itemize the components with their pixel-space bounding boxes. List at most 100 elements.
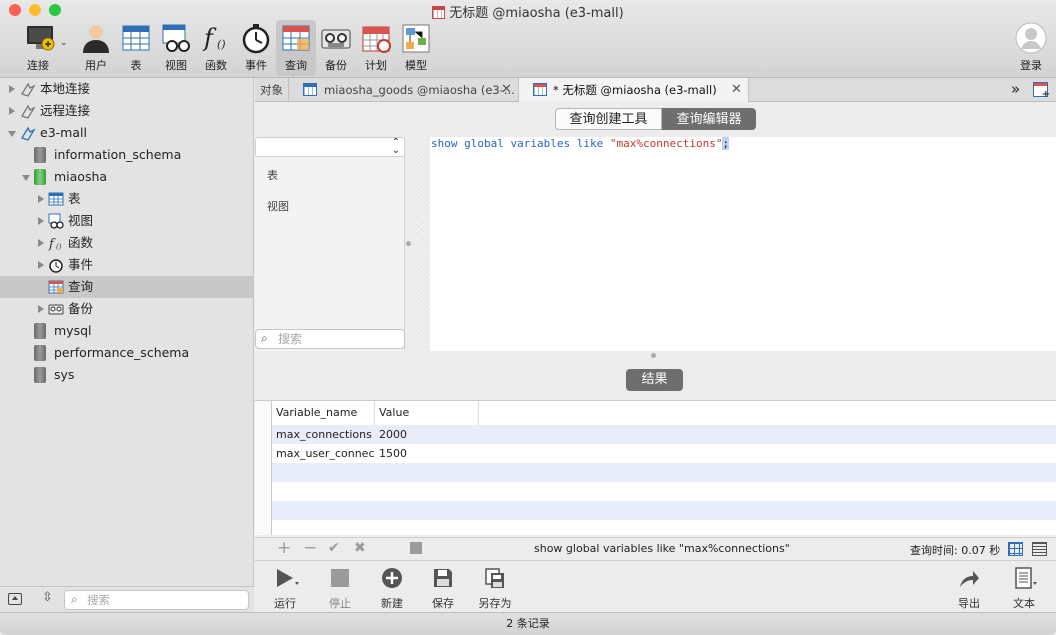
search-icon: ⌕ [71, 592, 78, 606]
export-button[interactable]: 导出 [945, 565, 993, 611]
run-button[interactable]: 运行 [261, 565, 309, 611]
line-gutter [415, 137, 430, 351]
more-tabs-icon[interactable]: » [1011, 80, 1020, 98]
table-row[interactable]: max_connections 2000 [272, 425, 1056, 444]
results-tab[interactable]: 结果 [626, 369, 683, 391]
empty-row [272, 463, 1056, 482]
view-button[interactable]: 视图 [156, 20, 196, 76]
database-icon [34, 367, 46, 383]
save-button[interactable]: 保存 [419, 565, 467, 611]
chevron-updown-icon: ⌃ ⌄ [391, 137, 400, 156]
grid-view-icon[interactable] [1008, 542, 1023, 556]
new-query-tab-icon[interactable]: + [1033, 82, 1050, 100]
connection-sidebar: 本地连接 远程连接 e3-mall information_schema mia… [0, 78, 254, 586]
tree-item-remote-connections[interactable]: 远程连接 [0, 100, 254, 122]
tree-item-queries[interactable]: 查询 [0, 276, 254, 298]
table-icon [303, 83, 317, 96]
sql-code[interactable]: show global variables like "max%connecti… [431, 137, 730, 151]
sidebar-footer: ⇳ ⌕ 搜索 [0, 586, 254, 612]
schedule-button[interactable]: 计划 [356, 20, 396, 76]
event-button[interactable]: 事件 [236, 20, 276, 76]
disclosure-right-icon[interactable] [9, 107, 15, 115]
query-icon [280, 22, 312, 54]
tab-miaosha-goods[interactable]: miaosha_goods @miaosha (e3-... ✕ [289, 78, 519, 102]
titlebar: 无标题 @miaosha (e3-mall) 连接 ⌄ 用户 表 视图 f ()… [0, 0, 1056, 78]
disclosure-right-icon[interactable] [38, 239, 44, 247]
user-button[interactable]: 用户 [76, 20, 116, 76]
form-view-icon[interactable] [1032, 542, 1047, 556]
tree-item-performance-schema[interactable]: performance_schema [0, 342, 254, 364]
disclosure-right-icon[interactable] [38, 305, 44, 313]
new-button[interactable]: 新建 [368, 565, 416, 611]
database-icon [34, 345, 46, 361]
tree-item-backups[interactable]: 备份 [0, 298, 254, 320]
disclosure-right-icon[interactable] [38, 217, 44, 225]
object-panel: ⌃ ⌄ 表 视图 ⌕ 搜索 [255, 137, 405, 351]
object-type-view[interactable]: 视图 [267, 198, 289, 214]
discard-changes-icon[interactable]: ✖ [354, 538, 366, 558]
tree-item-e3-mall[interactable]: e3-mall [0, 122, 254, 144]
play-icon [274, 567, 299, 589]
query-action-bar: 运行 停止 新建 保存 另存为 导出 文本 [255, 560, 1056, 612]
tree-item-local-connections[interactable]: 本地连接 [0, 78, 254, 100]
chevron-down-icon[interactable]: ⌄ [60, 38, 68, 48]
close-tab-icon[interactable]: ✕ [501, 78, 512, 102]
app-window: 无标题 @miaosha (e3-mall) 连接 ⌄ 用户 表 视图 f ()… [0, 0, 1056, 635]
model-button[interactable]: 模型 [396, 20, 436, 76]
tree-item-views[interactable]: 视图 [0, 210, 254, 232]
tree-item-sys[interactable]: sys [0, 364, 254, 386]
tree-item-miaosha[interactable]: miaosha [0, 166, 254, 188]
floppy-disk-icon [432, 567, 454, 589]
stop-button[interactable]: 停止 [316, 565, 364, 611]
stop-icon[interactable] [410, 542, 422, 554]
object-search-input[interactable]: ⌕ 搜索 [255, 329, 405, 349]
splitter-handle[interactable] [406, 241, 411, 246]
tree-item-information-schema[interactable]: information_schema [0, 144, 254, 166]
add-record-icon[interactable]: + [277, 538, 291, 558]
query-button[interactable]: 查询 [276, 20, 316, 76]
query-builder-tab[interactable]: 查询创建工具 [555, 108, 662, 130]
record-count-bar: 2 条记录 [0, 612, 1056, 635]
tab-bar: 对象 miaosha_goods @miaosha (e3-... ✕ * 无标… [255, 78, 1056, 102]
query-time: 查询时间: 0.07 秒 [910, 544, 1001, 557]
database-icon [34, 147, 46, 163]
save-as-button[interactable]: 另存为 [471, 565, 519, 611]
tree-item-events[interactable]: 事件 [0, 254, 254, 276]
text-button[interactable]: 文本 [1000, 565, 1048, 611]
sidebar-search-input[interactable]: ⌕ 搜索 [64, 590, 249, 610]
delete-record-icon[interactable]: − [303, 538, 317, 558]
tab-untitled-query[interactable]: * 无标题 @miaosha (e3-mall) ✕ [519, 78, 749, 102]
disclosure-right-icon[interactable] [38, 195, 44, 203]
database-select[interactable]: ⌃ ⌄ [255, 137, 405, 157]
close-tab-icon[interactable]: ✕ [731, 78, 742, 102]
tree-item-functions[interactable]: f() 函数 [0, 232, 254, 254]
disclosure-down-icon[interactable] [8, 131, 16, 137]
connect-button[interactable]: 连接 ⌄ [18, 20, 68, 76]
object-type-table[interactable]: 表 [267, 167, 278, 183]
connection-group-icon [20, 81, 36, 97]
result-grid[interactable]: Variable_name Value max_connections 2000… [255, 400, 1056, 535]
database-open-icon [34, 169, 46, 185]
table-button[interactable]: 表 [116, 20, 156, 76]
function-button[interactable]: f() 函数 [196, 20, 236, 76]
tape-icon [320, 22, 352, 54]
column-header[interactable]: Value [375, 401, 479, 425]
toggle-sidebar-icon[interactable] [8, 593, 22, 605]
tab-objects[interactable]: 对象 [255, 78, 289, 102]
sql-editor[interactable]: show global variables like "max%connecti… [415, 137, 1056, 351]
column-header[interactable]: Variable_name [272, 401, 375, 425]
apply-changes-icon[interactable]: ✔ [328, 538, 340, 558]
tree-item-mysql[interactable]: mysql [0, 320, 254, 342]
login-button[interactable]: 登录 [1011, 20, 1051, 76]
splitter-handle[interactable] [651, 353, 656, 358]
table-row[interactable]: max_user_connect 1500 [272, 444, 1056, 463]
filter-sort-icon[interactable]: ⇳ [42, 590, 53, 605]
disclosure-down-icon[interactable] [22, 175, 30, 181]
empty-row [272, 501, 1056, 520]
query-doc-icon [432, 6, 446, 19]
backup-button[interactable]: 备份 [316, 20, 356, 76]
tree-item-tables[interactable]: 表 [0, 188, 254, 210]
query-editor-tab[interactable]: 查询编辑器 [662, 108, 756, 130]
disclosure-right-icon[interactable] [38, 261, 44, 269]
disclosure-right-icon[interactable] [9, 85, 15, 93]
